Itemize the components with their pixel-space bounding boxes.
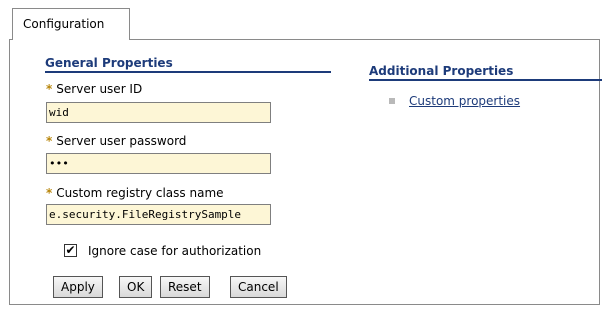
tab-configuration[interactable]: Configuration: [12, 8, 130, 40]
additional-properties-heading: Additional Properties: [369, 64, 602, 81]
cancel-button[interactable]: Cancel: [230, 276, 287, 298]
custom-registry-class-name-input[interactable]: [46, 204, 271, 225]
required-marker: *: [46, 82, 53, 96]
reset-button[interactable]: Reset: [160, 276, 210, 298]
custom-properties-link[interactable]: Custom properties: [409, 94, 520, 108]
bullet-icon: [389, 98, 395, 104]
server-user-password-label: * Server user password: [46, 134, 186, 148]
apply-button[interactable]: Apply: [53, 276, 103, 298]
server-user-password-input[interactable]: [46, 153, 271, 174]
server-user-id-label: * Server user ID: [46, 82, 142, 96]
required-marker: *: [46, 186, 53, 200]
server-user-id-input[interactable]: [46, 102, 271, 123]
server-user-id-label-text: Server user ID: [56, 82, 143, 96]
custom-registry-class-name-label: * Custom registry class name: [46, 186, 224, 200]
ok-button[interactable]: OK: [119, 276, 153, 298]
ignore-case-checkbox[interactable]: ✔: [64, 244, 77, 257]
ignore-case-label: Ignore case for authorization: [88, 244, 262, 258]
server-user-password-label-text: Server user password: [56, 134, 187, 148]
custom-registry-class-name-label-text: Custom registry class name: [56, 186, 224, 200]
required-marker: *: [46, 134, 53, 148]
general-properties-heading: General Properties: [45, 56, 331, 73]
